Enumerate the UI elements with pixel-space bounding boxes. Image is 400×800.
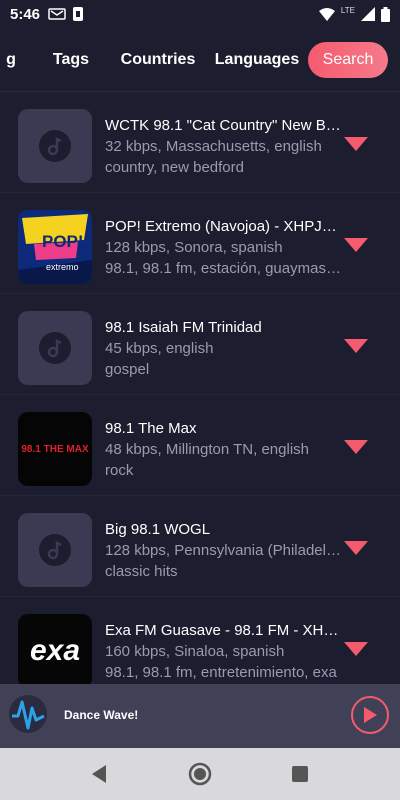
station-title: POP! Extremo (Navojoa) - XHPJO-FM: [105, 218, 345, 235]
station-tags: gospel: [105, 361, 150, 378]
station-details: 160 kbps, Sinaloa, spanish: [105, 643, 285, 660]
station-title: 98.1 Isaiah FM Trinidad: [105, 319, 262, 336]
expand-caret-icon[interactable]: [344, 136, 368, 152]
pop-logo-text: POP!: [42, 232, 84, 251]
station-logo: [18, 513, 92, 587]
tab-partial[interactable]: g: [2, 42, 20, 78]
pop-logo-subtext: extremo: [46, 262, 79, 272]
station-title: WCTK 98.1 "Cat Country" New Bedford: [105, 117, 345, 134]
station-row[interactable]: WCTK 98.1 "Cat Country" New Bedford 32 k…: [0, 92, 400, 193]
station-logo: exa: [18, 614, 92, 684]
station-logo: POP! extremo: [18, 210, 92, 284]
tab-tags[interactable]: Tags: [50, 42, 92, 78]
station-title: Exa FM Guasave - 98.1 FM - XHGS-FM: [105, 622, 345, 639]
status-bar: 5:46 LTE: [0, 0, 400, 28]
station-tags: rock: [105, 462, 134, 479]
station-details: 32 kbps, Massachusetts, english: [105, 138, 322, 155]
play-button[interactable]: [351, 696, 389, 734]
expand-caret-icon[interactable]: [344, 338, 368, 354]
vpn-key-icon: [48, 8, 66, 20]
tab-languages[interactable]: Languages: [215, 42, 299, 78]
recents-icon[interactable]: [288, 762, 312, 786]
dance-wave-logo: [9, 695, 47, 733]
expand-caret-icon[interactable]: [344, 237, 368, 253]
expand-caret-icon[interactable]: [344, 641, 368, 657]
station-logo: [18, 109, 92, 183]
station-tags: country, new bedford: [105, 159, 244, 176]
network-type: LTE: [340, 5, 355, 15]
tab-countries[interactable]: Countries: [121, 42, 196, 78]
station-logo: [18, 311, 92, 385]
now-playing-title: Dance Wave!: [64, 708, 139, 722]
play-icon: [364, 707, 377, 723]
music-note-icon: [39, 130, 71, 162]
sim-card-icon: [73, 7, 84, 21]
station-tags: classic hits: [105, 563, 178, 580]
station-row[interactable]: POP! extremo POP! Extremo (Navojoa) - XH…: [0, 193, 400, 294]
station-title: 98.1 The Max: [105, 420, 197, 437]
station-row[interactable]: Big 98.1 WOGL 128 kbps, Pennsylvania (Ph…: [0, 496, 400, 597]
expand-caret-icon[interactable]: [344, 439, 368, 455]
station-title: Big 98.1 WOGL: [105, 521, 211, 538]
the-max-logo: 98.1 THE MAX: [21, 443, 89, 455]
category-tabs: g Tags Countries Languages Search: [0, 28, 400, 92]
station-tags: 98.1, 98.1 fm, entretenimiento, exa: [105, 664, 337, 681]
music-note-icon: [39, 534, 71, 566]
station-row[interactable]: 98.1 THE MAX 98.1 The Max 48 kbps, Milli…: [0, 395, 400, 496]
station-row[interactable]: exa Exa FM Guasave - 98.1 FM - XHGS-FM 1…: [0, 597, 400, 684]
system-nav-bar: [0, 748, 400, 800]
station-tags: 98.1, 98.1 fm, estación, guaymas, mexico: [105, 260, 345, 277]
home-icon[interactable]: [188, 762, 212, 786]
station-details: 128 kbps, Sonora, spanish: [105, 239, 283, 256]
mini-player[interactable]: Dance Wave!: [0, 684, 400, 748]
station-row[interactable]: 98.1 Isaiah FM Trinidad 45 kbps, english…: [0, 294, 400, 395]
tab-search[interactable]: Search: [308, 42, 388, 78]
station-details: 128 kbps, Pennsylvania (Philadelphia): [105, 542, 345, 559]
station-details: 45 kbps, english: [105, 340, 214, 357]
station-details: 48 kbps, Millington TN, english: [105, 441, 309, 458]
back-icon[interactable]: [88, 762, 112, 786]
expand-caret-icon[interactable]: [344, 540, 368, 556]
station-logo: 98.1 THE MAX: [18, 412, 92, 486]
wifi-icon: [318, 7, 335, 21]
status-time: 5:46: [10, 5, 41, 23]
battery-icon: [381, 6, 390, 22]
station-list: WCTK 98.1 "Cat Country" New Bedford 32 k…: [0, 92, 400, 684]
music-note-icon: [39, 332, 71, 364]
signal-icon: [361, 7, 375, 21]
exa-logo: exa: [29, 634, 81, 667]
